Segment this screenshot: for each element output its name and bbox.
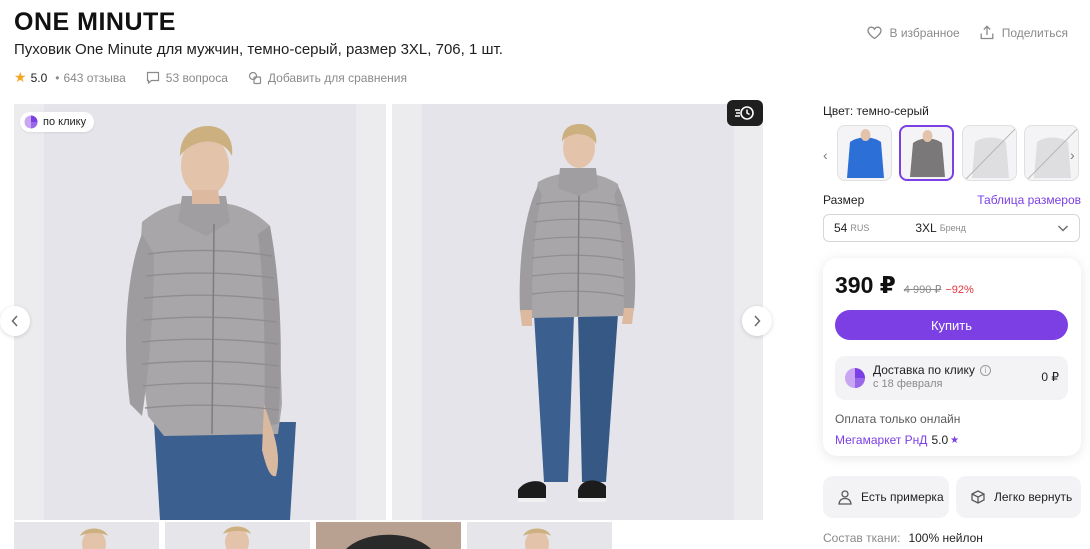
- info-icon[interactable]: i: [979, 364, 991, 376]
- click-delivery-badge: по клику: [20, 112, 95, 132]
- composition-value: 100% нейлон: [908, 531, 983, 545]
- delivery-cost: 0 ₽: [1041, 370, 1059, 384]
- color-swatch-blue[interactable]: [837, 125, 892, 181]
- color-swatches: ‹ ›: [823, 125, 1081, 181]
- return-label: Легко вернуть: [994, 490, 1073, 504]
- thumbnail[interactable]: [316, 522, 461, 549]
- person-icon: [838, 490, 852, 505]
- delivery-block[interactable]: Доставка по клику i с 18 февраля 0 ₽: [835, 356, 1068, 400]
- size-brand-unit: Бренд: [939, 223, 966, 233]
- pie-logo-icon: [845, 368, 865, 388]
- questions-link[interactable]: 53 вопроса: [146, 71, 228, 85]
- size-ru-value: 54: [834, 221, 848, 235]
- model-image-1: [126, 126, 296, 520]
- fast-delivery-badge: [727, 100, 763, 126]
- chevron-left-icon: [11, 315, 18, 327]
- gallery-next-button[interactable]: [742, 306, 772, 336]
- questions-label: 53 вопроса: [165, 70, 228, 85]
- rating-value: 5.0: [30, 70, 48, 85]
- chat-icon: [146, 71, 159, 84]
- thumbnail[interactable]: [165, 522, 310, 549]
- share-label: Поделиться: [1001, 25, 1068, 40]
- return-service-button[interactable]: Легко вернуть: [956, 476, 1081, 518]
- model-image-2: [518, 124, 636, 502]
- separator-dot: •: [55, 70, 60, 85]
- compare-label: Добавить для сравнения: [267, 70, 407, 85]
- color-label: Цвет: темно-серый: [823, 104, 929, 118]
- size-label: Размер: [823, 193, 865, 207]
- fast-delivery-icon: [735, 106, 754, 120]
- buy-button[interactable]: Купить: [835, 310, 1068, 340]
- product-title: Пуховик One Minute для мужчин, темно-сер…: [14, 41, 503, 58]
- color-swatch-unavailable[interactable]: [962, 125, 1017, 181]
- click-badge-label: по клику: [43, 116, 87, 128]
- pie-logo-icon: [24, 115, 38, 129]
- payment-note: Оплата только онлайн: [835, 412, 961, 426]
- brand-name[interactable]: ONE MINUTE: [14, 8, 176, 37]
- reviews-link[interactable]: 643 отзыва: [63, 71, 125, 85]
- share-button[interactable]: Поделиться: [980, 25, 1068, 40]
- share-icon: [980, 25, 994, 40]
- swatch-prev-button[interactable]: ‹: [823, 147, 828, 163]
- color-swatch-dark-gray[interactable]: [899, 125, 954, 181]
- heart-icon: [866, 26, 882, 39]
- chevron-right-icon: [754, 315, 761, 327]
- favorite-button[interactable]: В избранное: [866, 25, 960, 40]
- fabric-composition: Состав ткани: 100% нейлон: [823, 531, 983, 545]
- product-photo-main[interactable]: [14, 104, 386, 520]
- box-return-icon: [971, 490, 985, 504]
- seller-rating: 5.0: [931, 433, 949, 447]
- old-price: 4 990 ₽: [903, 284, 942, 296]
- star-icon: ★: [14, 69, 27, 85]
- size-table-link[interactable]: Таблица размеров: [977, 193, 1081, 207]
- meta-row: ★ 5.0 • 643 отзыва 53 вопроса Добавить д…: [14, 69, 407, 86]
- product-gallery: [14, 104, 763, 520]
- size-select[interactable]: 54 RUS 3XL Бренд: [823, 214, 1080, 242]
- gallery-prev-button[interactable]: [0, 306, 30, 336]
- size-ru-unit: RUS: [850, 223, 870, 233]
- seller-name-link[interactable]: Мегамаркет РнД: [835, 433, 927, 447]
- current-price: 390 ₽: [835, 272, 896, 298]
- swatch-next-button[interactable]: ›: [1070, 147, 1075, 163]
- thumbnail[interactable]: [14, 522, 159, 549]
- compare-icon: [248, 71, 261, 84]
- fitting-label: Есть примерка: [861, 490, 944, 504]
- size-brand-value: 3XL: [915, 221, 937, 235]
- star-icon: ★: [950, 434, 960, 446]
- delivery-title: Доставка по клику: [873, 363, 975, 377]
- favorite-label: В избранное: [889, 25, 960, 40]
- delivery-date: с 18 февраля: [873, 378, 943, 390]
- delivery-title-row: Доставка по клику i: [873, 363, 991, 377]
- composition-label: Состав ткани:: [823, 531, 901, 545]
- chevron-down-icon: [1058, 225, 1068, 232]
- fitting-service-button[interactable]: Есть примерка: [823, 476, 949, 518]
- seller-row: Мегамаркет РнД 5.0 ★: [835, 433, 959, 447]
- top-actions: В избранное Поделиться: [866, 25, 1068, 40]
- thumbnail[interactable]: [467, 522, 612, 549]
- compare-button[interactable]: Добавить для сравнения: [248, 71, 407, 85]
- price-card: 390 ₽ 4 990 ₽ −92% Купить Доставка по кл…: [823, 258, 1081, 456]
- discount-badge: −92%: [945, 284, 974, 296]
- product-photo-secondary[interactable]: [392, 104, 763, 520]
- thumbnail-strip: [14, 522, 612, 549]
- price-row: 390 ₽ 4 990 ₽ −92%: [835, 272, 974, 299]
